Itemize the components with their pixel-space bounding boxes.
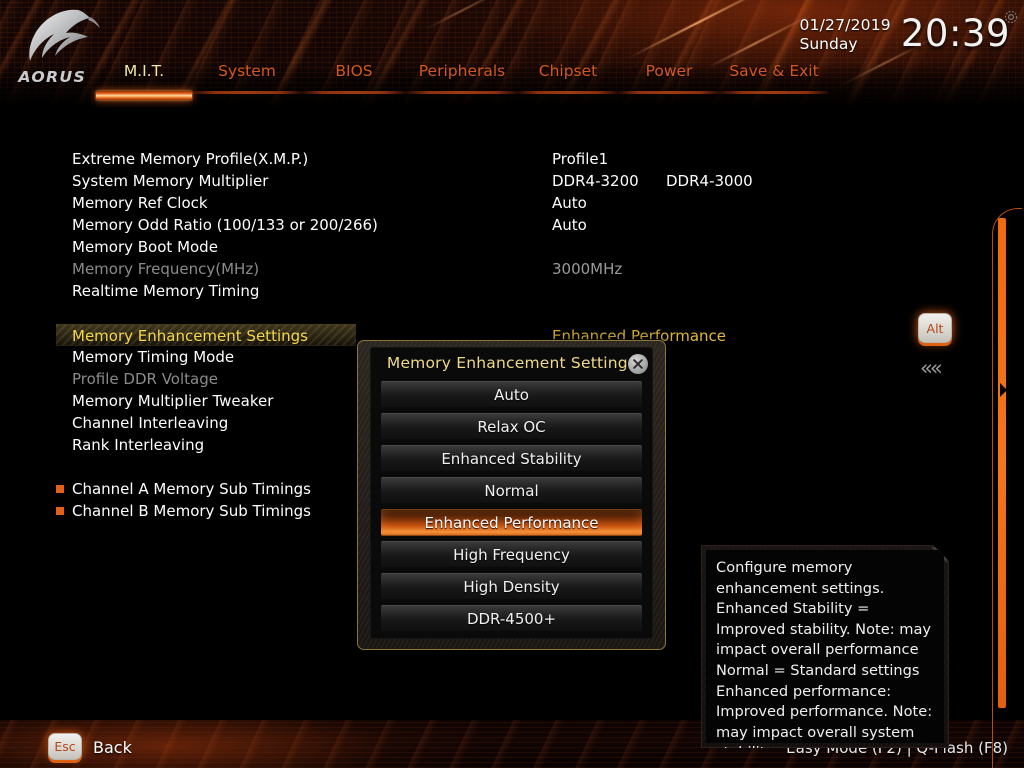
- setting-value: DDR4-3200: [552, 172, 639, 190]
- esc-key-label: Esc: [54, 739, 76, 754]
- main-content: Extreme Memory Profile(X.M.P.) Profile1 Sy…: [0, 108, 1024, 768]
- help-text: Configure memory enhancement settings. E…: [716, 559, 933, 741]
- setting-row[interactable]: Memory Enhancement Settings Enhanced Perf…: [56, 324, 726, 346]
- memory-enhancement-dialog: Memory Enhancement Settings Auto Relax OC…: [357, 340, 666, 650]
- dialog-inner: Memory Enhancement Settings Auto Relax OC…: [370, 347, 653, 639]
- setting-value-secondary: DDR4-3000: [666, 172, 753, 190]
- current-time: 20:39: [900, 12, 1010, 55]
- date-block: 01/27/2019 Sunday: [800, 14, 891, 54]
- setting-row[interactable]: System Memory Multiplier DDR4-3200 DDR4-30…: [56, 170, 753, 192]
- brand-wordmark: AORUS: [18, 68, 87, 86]
- tab-system[interactable]: System: [192, 62, 302, 94]
- dialog-title-text: Memory Enhancement Settings: [386, 354, 637, 372]
- bios-screen: AORUS M.I.T. System BIOS Peripherals Chipset…: [0, 0, 1024, 768]
- setting-value: Auto: [552, 216, 587, 234]
- setting-label: System Memory Multiplier: [72, 172, 269, 190]
- tab-underline: [518, 91, 618, 94]
- setting-row[interactable]: Realtime Memory Timing: [56, 280, 696, 302]
- tab-underline: [96, 91, 192, 100]
- tab-label: Chipset: [538, 62, 598, 80]
- close-icon[interactable]: [628, 354, 648, 374]
- scrollbar-vertical[interactable]: [998, 218, 1006, 708]
- rail-marker-icon: [1000, 383, 1007, 397]
- option-normal[interactable]: Normal: [381, 477, 642, 504]
- setting-label: Memory Frequency(MHz): [72, 260, 260, 278]
- gear-icon[interactable]: [1002, 8, 1020, 30]
- help-panel-inner: Configure memory enhancement settings. E…: [706, 550, 944, 743]
- decorative-streak: [628, 0, 782, 59]
- option-relax-oc[interactable]: Relax OC: [381, 413, 642, 440]
- back-button[interactable]: Back: [93, 738, 132, 757]
- tab-underline: [302, 91, 406, 94]
- tab-label: BIOS: [335, 62, 373, 80]
- tab-label: Power: [645, 62, 693, 80]
- setting-label: Profile DDR Voltage: [72, 370, 218, 388]
- rail-outline: [992, 208, 1022, 768]
- option-list: Auto Relax OC Enhanced Stability Normal Enha…: [381, 381, 642, 637]
- setting-label: Channel Interleaving: [72, 414, 229, 432]
- setting-row[interactable]: Memory Ref Clock Auto: [56, 192, 696, 214]
- setting-label: Extreme Memory Profile(X.M.P.): [72, 150, 309, 168]
- esc-key-hint[interactable]: Esc: [48, 733, 82, 760]
- tab-label: Peripherals: [418, 62, 506, 80]
- setting-label: Memory Enhancement Settings: [72, 327, 308, 345]
- setting-label: Channel A Memory Sub Timings: [72, 480, 311, 498]
- setting-label: Memory Boot Mode: [72, 238, 218, 256]
- current-date: 01/27/2019: [799, 16, 891, 34]
- tab-m-i-t[interactable]: M.I.T.: [96, 62, 192, 100]
- main-nav: M.I.T. System BIOS Peripherals Chipset Power S…: [96, 62, 828, 104]
- setting-value: Auto: [552, 194, 587, 212]
- tab-underline: [720, 91, 828, 94]
- option-auto[interactable]: Auto: [381, 381, 642, 408]
- decorative-streak: [706, 12, 814, 70]
- option-enhanced-performance[interactable]: Enhanced Performance: [381, 509, 642, 536]
- setting-label: Channel B Memory Sub Timings: [72, 502, 311, 520]
- setting-label: Memory Ref Clock: [72, 194, 208, 212]
- alt-key-label: Alt: [926, 320, 944, 336]
- current-day: Sunday: [799, 35, 858, 53]
- setting-label: Memory Timing Mode: [72, 348, 235, 366]
- setting-label: Memory Odd Ratio (100/133 or 200/266): [72, 216, 378, 234]
- setting-row[interactable]: Extreme Memory Profile(X.M.P.) Profile1: [56, 148, 696, 170]
- tab-power[interactable]: Power: [618, 62, 720, 94]
- decorative-streak: [424, 0, 506, 31]
- submenu-bullet-icon: [56, 507, 64, 515]
- option-ddr-4500[interactable]: DDR-4500+: [381, 605, 642, 632]
- submenu-bullet-icon: [56, 485, 64, 493]
- tab-save-exit[interactable]: Save & Exit: [720, 62, 828, 94]
- setting-label: Realtime Memory Timing: [72, 282, 260, 300]
- tab-underline: [406, 91, 518, 94]
- setting-row[interactable]: Memory Odd Ratio (100/133 or 200/266) Aut…: [56, 214, 696, 236]
- setting-value: Profile1: [552, 150, 609, 168]
- dialog-title: Memory Enhancement Settings: [371, 348, 652, 379]
- setting-label: Rank Interleaving: [72, 436, 205, 454]
- double-chevron-left-icon[interactable]: ««: [920, 358, 943, 379]
- tab-label: System: [218, 62, 276, 80]
- alt-key-hint[interactable]: Alt: [918, 313, 952, 343]
- setting-row[interactable]: Memory Boot Mode: [56, 236, 696, 258]
- setting-label: Memory Multiplier Tweaker: [72, 392, 274, 410]
- tab-label: Save & Exit: [729, 62, 819, 80]
- aorus-eagle-icon: [20, 6, 104, 70]
- option-high-density[interactable]: High Density: [381, 573, 642, 600]
- setting-value: 3000MHz: [552, 260, 623, 278]
- tab-underline: [618, 91, 720, 94]
- tab-peripherals[interactable]: Peripherals: [406, 62, 518, 94]
- help-panel: Configure memory enhancement settings. E…: [701, 545, 949, 748]
- datetime-display: 01/27/2019 Sunday 20:39: [800, 14, 1014, 54]
- tab-bios[interactable]: BIOS: [302, 62, 406, 94]
- tab-chipset[interactable]: Chipset: [518, 62, 618, 94]
- option-enhanced-stability[interactable]: Enhanced Stability: [381, 445, 642, 472]
- setting-row[interactable]: Memory Frequency(MHz) 3000MHz: [56, 258, 696, 280]
- tab-label: M.I.T.: [123, 62, 165, 80]
- tab-underline: [192, 91, 302, 94]
- option-high-frequency[interactable]: High Frequency: [381, 541, 642, 568]
- header-bar: AORUS M.I.T. System BIOS Peripherals Chipset…: [0, 0, 1024, 108]
